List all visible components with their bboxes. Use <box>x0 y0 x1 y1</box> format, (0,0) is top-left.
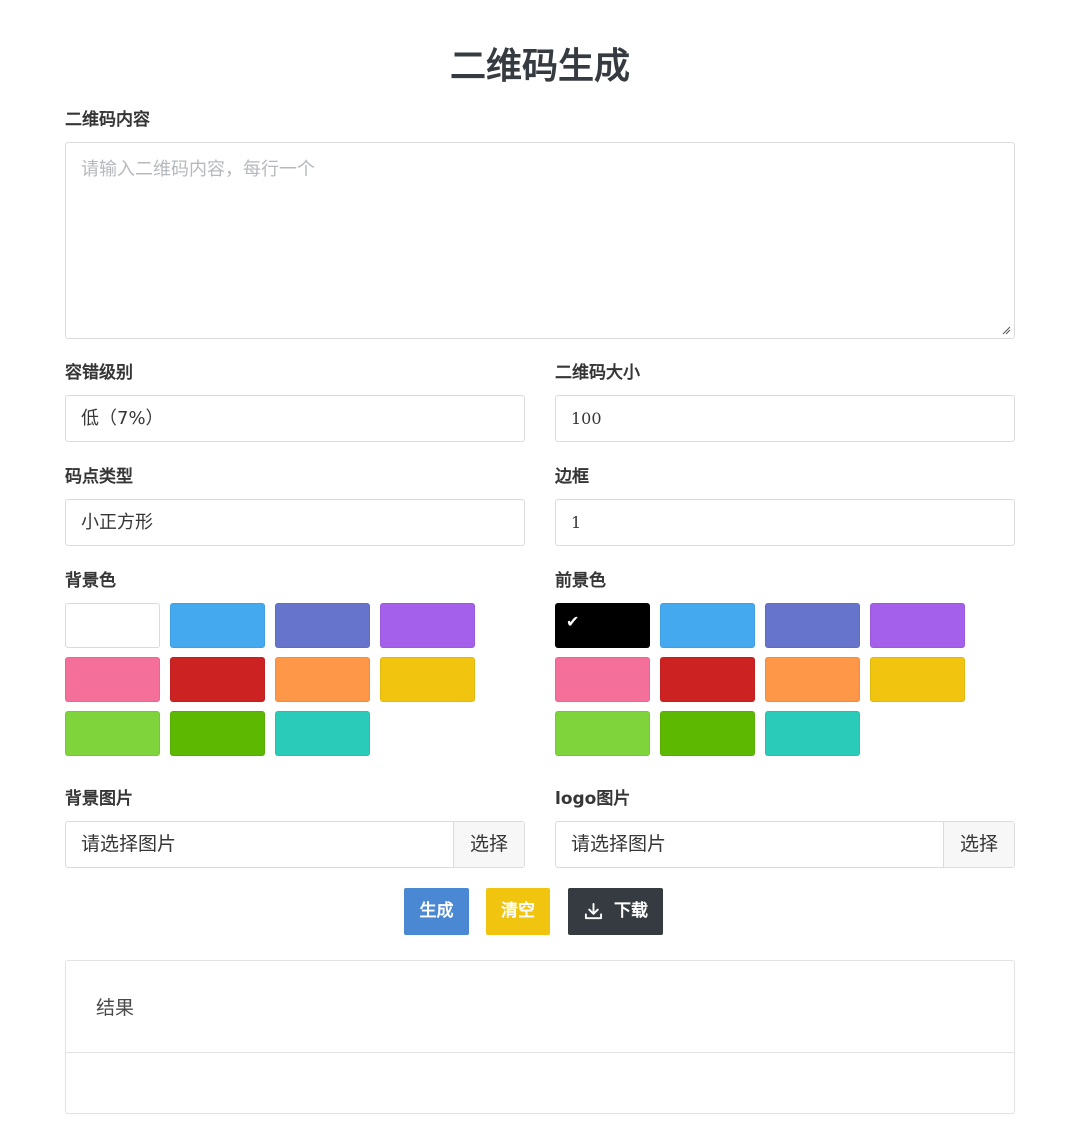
foreground-color-swatch[interactable] <box>660 603 755 648</box>
dot-type-select[interactable]: 小正方形 <box>65 499 525 546</box>
resize-grip-icon[interactable] <box>1001 325 1011 335</box>
background-image-picker[interactable]: 请选择图片 选择 <box>65 821 525 868</box>
foreground-color-swatch[interactable] <box>870 657 965 702</box>
logo-image-select-button[interactable]: 选择 <box>943 822 1014 867</box>
download-button[interactable]: 下载 <box>568 888 663 935</box>
result-panel: 结果 <box>65 960 1015 1114</box>
generate-button[interactable]: 生成 <box>404 888 469 935</box>
logo-image-label: logo图片 <box>555 789 631 809</box>
background-color-swatch[interactable] <box>170 711 265 756</box>
qr-size-input[interactable]: 100 <box>555 395 1015 442</box>
background-color-swatch[interactable] <box>380 657 475 702</box>
background-color-swatch[interactable] <box>170 657 265 702</box>
logo-image-filename: 请选择图片 <box>571 833 667 855</box>
foreground-color-swatch[interactable] <box>660 711 755 756</box>
foreground-color-swatch[interactable]: ✔ <box>555 603 650 648</box>
clear-button[interactable]: 清空 <box>486 888 550 935</box>
background-image-label: 背景图片 <box>65 789 133 809</box>
background-color-swatch[interactable] <box>275 657 370 702</box>
background-image-filename: 请选择图片 <box>81 833 177 855</box>
checkmark-icon: ✔ <box>566 612 580 631</box>
page-title: 二维码生成 <box>449 46 630 87</box>
foreground-color-swatch[interactable] <box>555 657 650 702</box>
content-textarea[interactable]: 请输入二维码内容，每行一个 <box>65 142 1015 339</box>
content-label: 二维码内容 <box>65 110 150 130</box>
background-color-swatch[interactable] <box>380 603 475 648</box>
foreground-color-label: 前景色 <box>555 571 606 591</box>
error-level-label: 容错级别 <box>65 363 133 383</box>
background-color-swatch[interactable] <box>170 603 265 648</box>
error-level-select[interactable]: 低（7%） <box>65 395 525 442</box>
background-color-swatch[interactable] <box>65 657 160 702</box>
foreground-color-swatch[interactable] <box>765 603 860 648</box>
background-color-swatch[interactable] <box>65 603 160 648</box>
foreground-color-swatch[interactable] <box>870 603 965 648</box>
background-color-swatch[interactable] <box>65 711 160 756</box>
foreground-color-swatch[interactable] <box>765 657 860 702</box>
background-color-swatch[interactable] <box>275 603 370 648</box>
margin-label: 边框 <box>555 467 589 487</box>
margin-input[interactable]: 1 <box>555 499 1015 546</box>
background-image-select-button[interactable]: 选择 <box>453 822 524 867</box>
foreground-color-swatch[interactable] <box>660 657 755 702</box>
qr-size-label: 二维码大小 <box>555 363 640 383</box>
dot-type-label: 码点类型 <box>65 467 133 487</box>
logo-image-picker[interactable]: 请选择图片 选择 <box>555 821 1015 868</box>
foreground-color-swatch[interactable] <box>555 711 650 756</box>
result-header: 结果 <box>66 961 1014 1053</box>
background-color-label: 背景色 <box>65 571 116 591</box>
result-title: 结果 <box>96 997 135 1019</box>
download-icon <box>584 902 603 920</box>
content-placeholder: 请输入二维码内容，每行一个 <box>81 159 315 180</box>
download-label: 下载 <box>614 901 648 921</box>
foreground-color-swatch[interactable] <box>765 711 860 756</box>
background-color-swatch[interactable] <box>275 711 370 756</box>
